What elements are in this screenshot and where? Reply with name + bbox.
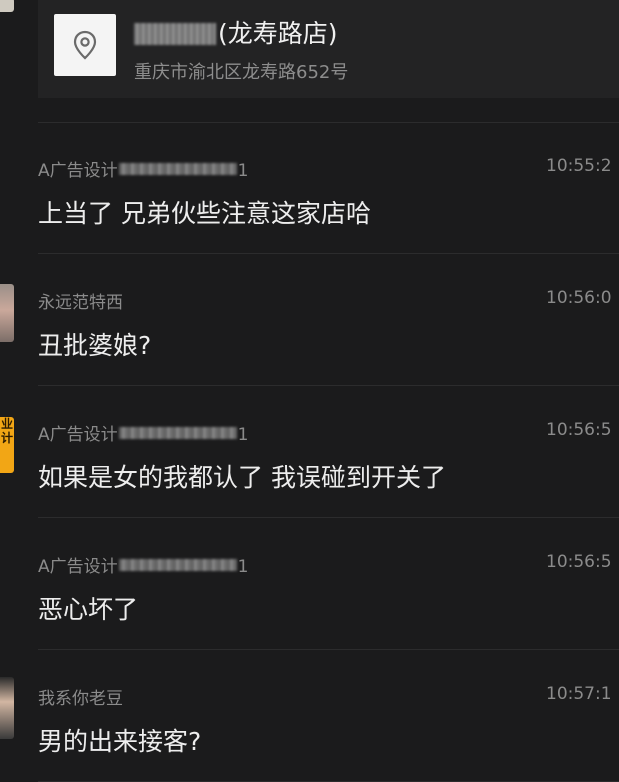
avatar[interactable]: 业计 bbox=[0, 417, 14, 473]
message-time: 10:56:5 bbox=[546, 420, 612, 440]
sender-name-text: A广告设计 bbox=[38, 557, 118, 577]
chat-message[interactable]: 永远范特西 10:56:0 丑批婆娘? bbox=[38, 254, 619, 386]
sender-name-suffix: 1 bbox=[237, 425, 249, 445]
chat-message[interactable]: 我系你老豆 10:57:1 男的出来接客? bbox=[38, 650, 619, 782]
message-time: 10:56:0 bbox=[546, 288, 612, 308]
redacted-sender-id bbox=[118, 163, 237, 175]
chat-message[interactable]: A广告设计 1 10:56:5 如果是女的我都认了 我误碰到开关了 bbox=[38, 386, 619, 518]
chat-message[interactable]: A广告设计 1 10:55:2 上当了 兄弟伙些注意这家店哈 bbox=[38, 122, 619, 254]
avatar[interactable] bbox=[0, 284, 14, 342]
avatar[interactable] bbox=[0, 677, 14, 739]
message-time: 10:56:5 bbox=[546, 552, 612, 572]
sender-name[interactable]: 永远范特西 bbox=[38, 288, 123, 313]
sender-name-suffix: 1 bbox=[237, 161, 249, 181]
message-time: 10:55:2 bbox=[546, 156, 612, 176]
sender-name-text: A广告设计 bbox=[38, 425, 118, 445]
store-address: 重庆市渝北区龙寿路652号 bbox=[134, 62, 349, 83]
sender-name-text: 永远范特西 bbox=[38, 293, 123, 313]
redacted-sender-id bbox=[118, 559, 237, 571]
avatar[interactable] bbox=[0, 0, 14, 12]
message-text: 恶心坏了 bbox=[38, 595, 139, 624]
store-branch: (龙寿路店) bbox=[218, 19, 338, 48]
message-text: 如果是女的我都认了 我误碰到开关了 bbox=[38, 463, 446, 492]
sender-name-text: 我系你老豆 bbox=[38, 689, 123, 709]
sender-name[interactable]: A广告设计 1 bbox=[38, 552, 248, 577]
sender-name-suffix: 1 bbox=[237, 557, 249, 577]
location-icon-box bbox=[54, 14, 116, 76]
sender-name[interactable]: A广告设计 1 bbox=[38, 420, 248, 445]
message-text: 丑批婆娘? bbox=[38, 331, 152, 360]
location-pin-icon bbox=[73, 30, 97, 60]
redacted-store-name bbox=[134, 23, 216, 45]
message-time: 10:57:1 bbox=[546, 684, 612, 704]
avatar-text: 业计 bbox=[1, 417, 14, 445]
message-text: 上当了 兄弟伙些注意这家店哈 bbox=[38, 199, 371, 228]
sender-name-text: A广告设计 bbox=[38, 161, 118, 181]
left-avatar-strip: 业计 bbox=[0, 0, 14, 776]
store-name: (龙寿路店) bbox=[134, 14, 338, 50]
chat-message[interactable]: A广告设计 1 10:56:5 恶心坏了 bbox=[38, 518, 619, 650]
sender-name[interactable]: 我系你老豆 bbox=[38, 684, 123, 709]
redacted-sender-id bbox=[118, 427, 237, 439]
location-card[interactable]: (龙寿路店) 重庆市渝北区龙寿路652号 bbox=[38, 0, 619, 98]
sender-name[interactable]: A广告设计 1 bbox=[38, 156, 248, 181]
message-text: 男的出来接客? bbox=[38, 727, 202, 756]
